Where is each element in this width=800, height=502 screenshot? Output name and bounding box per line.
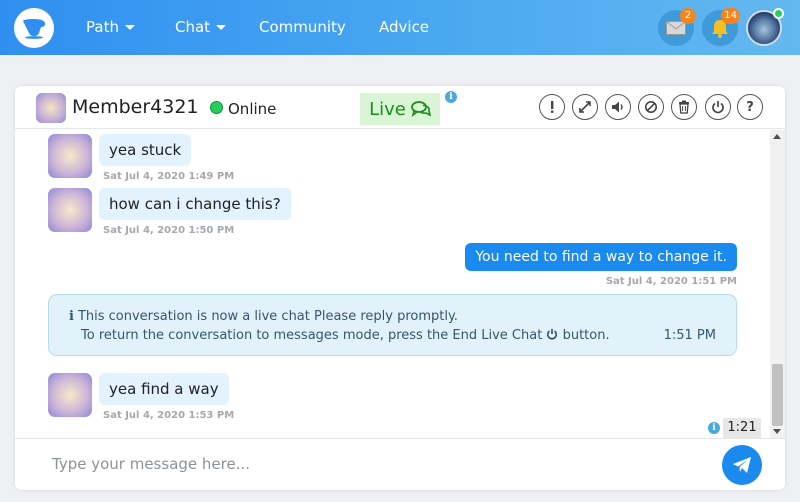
chat-bubbles-icon xyxy=(410,101,431,117)
envelope-icon xyxy=(666,21,686,35)
block-button[interactable] xyxy=(638,94,664,120)
chevron-down-icon xyxy=(124,25,135,30)
timer-info-icon[interactable]: i xyxy=(708,422,720,434)
message-bubble-incoming: yea stuck xyxy=(99,134,192,166)
message-bubble-outgoing: You need to find a way to change it. xyxy=(465,243,737,271)
volume-icon xyxy=(612,101,623,113)
live-chat-notice: i This conversation is now a live chat Pl… xyxy=(48,294,737,356)
nav-path[interactable]: Path xyxy=(86,18,135,36)
user-online-indicator xyxy=(773,8,784,19)
exclamation-icon xyxy=(551,101,554,113)
app-logo-cup-icon[interactable] xyxy=(14,8,54,48)
block-icon xyxy=(645,101,657,113)
nav-advice-label: Advice xyxy=(379,18,430,36)
info-icon: i xyxy=(69,309,74,324)
message-timestamp: Sat Jul 4, 2020 1:51 PM xyxy=(605,276,737,287)
notice-text-3: button. xyxy=(562,328,610,343)
expand-icon xyxy=(579,101,591,113)
scroll-thumb[interactable] xyxy=(772,364,783,426)
message-timestamp: Sat Jul 4, 2020 1:50 PM xyxy=(103,225,235,236)
message-bubble-incoming: how can i change this? xyxy=(99,188,291,220)
top-navbar: Path Chat Community Advice 2 14 xyxy=(0,0,800,55)
scroll-down-arrow-icon[interactable] xyxy=(773,429,781,434)
nav-advice[interactable]: Advice xyxy=(379,18,429,36)
scroll-up-arrow-icon[interactable] xyxy=(773,134,781,139)
member-name[interactable]: Member4321 xyxy=(72,96,199,118)
notice-text-2: To return the conversation to messages m… xyxy=(81,328,543,343)
help-button[interactable]: ? xyxy=(737,94,763,120)
live-chat-timer: 1:21 xyxy=(723,418,761,438)
report-button[interactable] xyxy=(539,94,565,120)
chat-header: Member4321 Online Live i ? xyxy=(15,86,785,129)
notice-line-2: To return the conversation to messages m… xyxy=(81,328,610,343)
nav-community[interactable]: Community xyxy=(259,18,346,36)
notice-timestamp: 1:51 PM xyxy=(663,328,716,343)
live-info-icon[interactable]: i xyxy=(445,91,457,103)
question-mark-icon: ? xyxy=(746,99,754,115)
live-chat-tag: Live xyxy=(360,93,440,125)
nav-chat-label: Chat xyxy=(175,18,211,36)
nav-chat[interactable]: Chat xyxy=(175,18,227,36)
messages-count-badge: 2 xyxy=(680,8,696,24)
member-message-avatar xyxy=(48,134,92,178)
notice-text-1: This conversation is now a live chat Ple… xyxy=(77,309,458,324)
online-status-label: Online xyxy=(228,100,277,118)
message-scrollbar[interactable] xyxy=(770,130,785,438)
message-timestamp: Sat Jul 4, 2020 1:49 PM xyxy=(103,171,235,182)
nav-community-label: Community xyxy=(259,18,346,36)
send-button[interactable] xyxy=(722,445,762,485)
member-avatar[interactable] xyxy=(36,93,66,123)
messages-button[interactable]: 2 xyxy=(658,8,696,46)
end-live-chat-button[interactable] xyxy=(705,94,731,120)
composer xyxy=(15,438,785,490)
power-icon xyxy=(712,101,724,114)
expand-button[interactable] xyxy=(572,94,598,120)
member-message-avatar xyxy=(48,373,92,417)
trash-icon xyxy=(679,100,689,114)
chevron-down-icon xyxy=(216,25,227,30)
message-list[interactable]: yea stuck Sat Jul 4, 2020 1:49 PM how ca… xyxy=(15,130,770,438)
delete-button[interactable] xyxy=(671,94,697,120)
message-input[interactable] xyxy=(35,447,695,481)
message-timestamp: Sat Jul 4, 2020 1:53 PM xyxy=(103,410,235,421)
notifications-button[interactable]: 14 xyxy=(702,8,740,46)
message-bubble-incoming: yea find a way xyxy=(99,373,229,405)
notifications-count-badge: 14 xyxy=(721,8,740,24)
notice-line-1: i This conversation is now a live chat Pl… xyxy=(69,309,458,324)
paper-plane-icon xyxy=(733,457,751,473)
online-status-dot xyxy=(210,101,223,114)
live-label: Live xyxy=(369,98,406,120)
nav-path-label: Path xyxy=(86,18,119,36)
sound-button[interactable] xyxy=(605,94,631,120)
member-message-avatar xyxy=(48,188,92,232)
chat-panel: Member4321 Online Live i ? yea stuck Sat… xyxy=(15,86,785,490)
power-icon xyxy=(547,328,558,340)
